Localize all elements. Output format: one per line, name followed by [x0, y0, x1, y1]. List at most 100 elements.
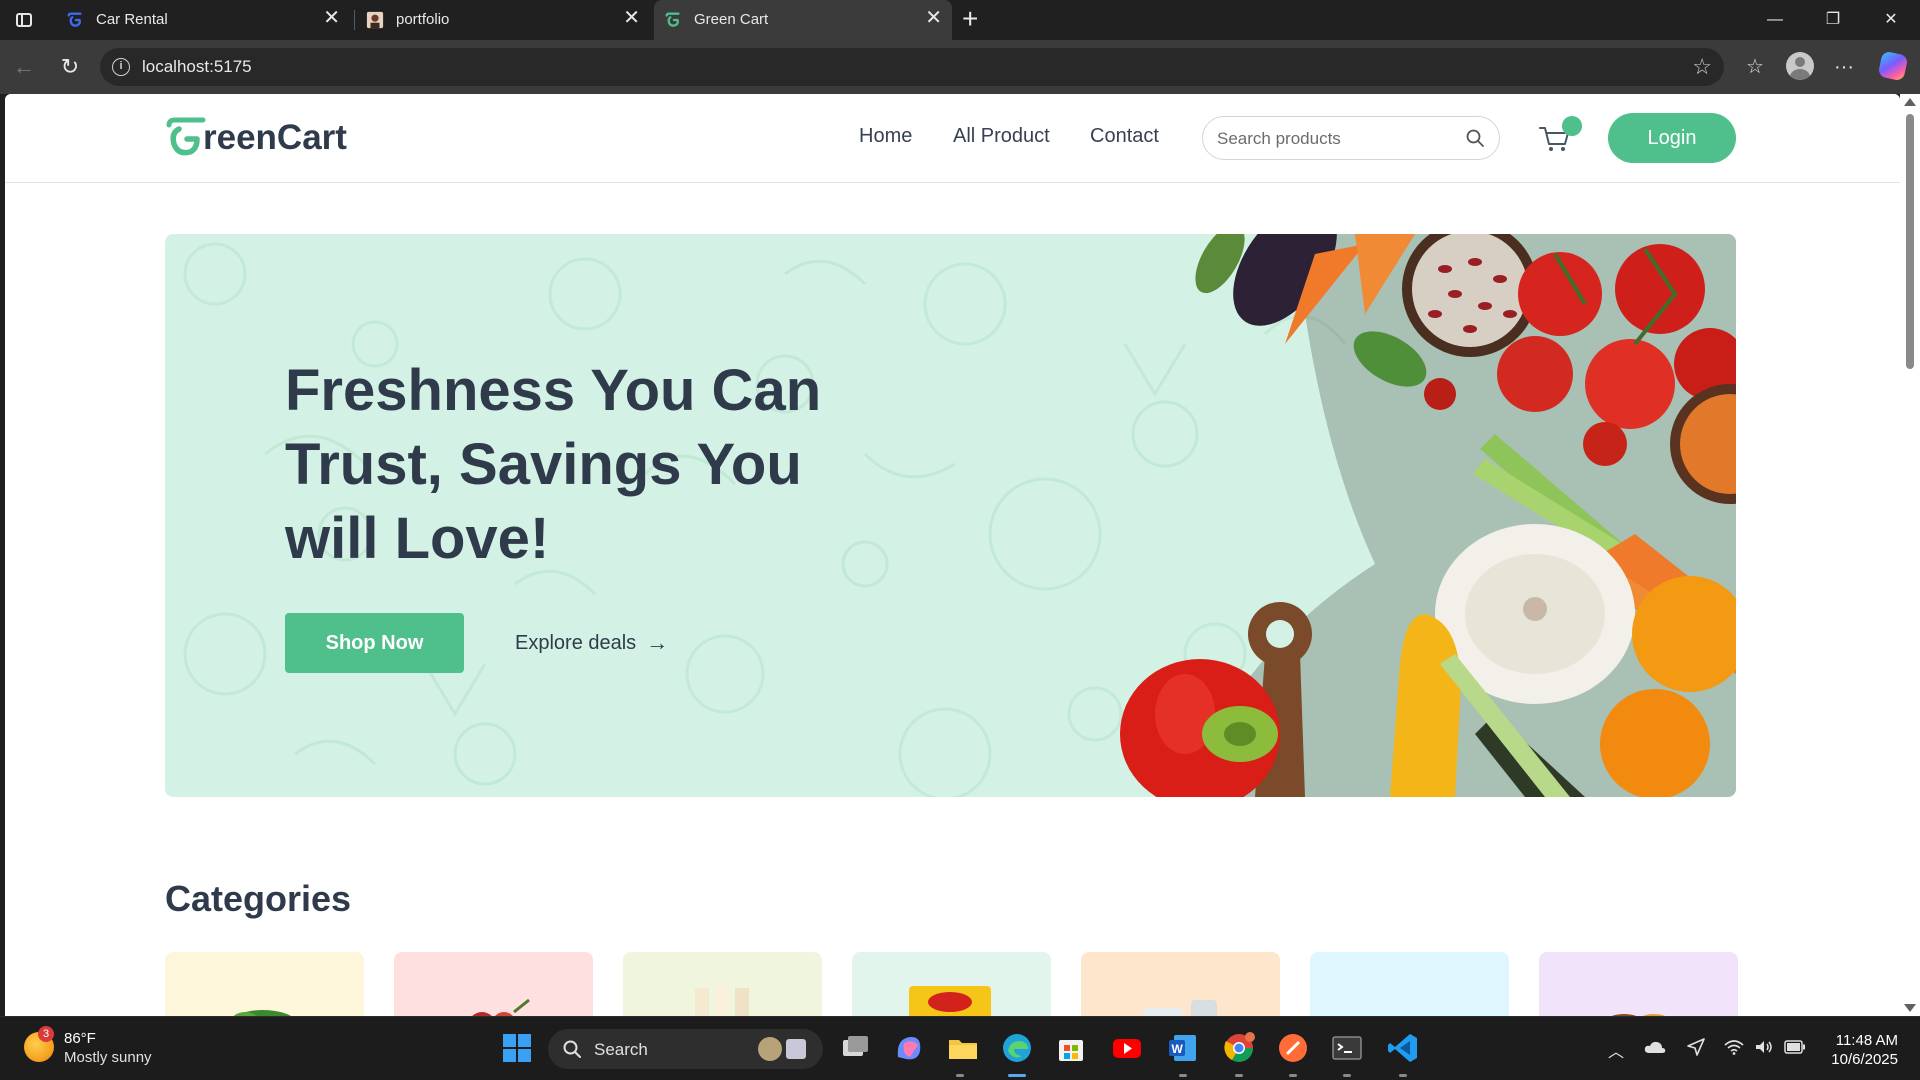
categories-heading: Categories — [165, 878, 352, 919]
new-tab-icon[interactable]: + — [962, 4, 978, 34]
vscode-icon[interactable] — [1386, 1031, 1420, 1065]
tab-label: Green Cart — [694, 11, 769, 28]
tab-label: Car Rental — [96, 11, 168, 28]
windows-start-icon[interactable] — [500, 1031, 534, 1065]
logo-text: reenCart — [203, 118, 347, 157]
category-card[interactable] — [1081, 952, 1280, 1016]
tab-close-icon[interactable]: ✕ — [623, 8, 640, 28]
cart-button[interactable] — [1536, 116, 1582, 158]
tab-close-icon[interactable]: ✕ — [323, 8, 340, 28]
postman-icon[interactable] — [1276, 1031, 1310, 1065]
category-card[interactable] — [623, 952, 822, 1016]
word-icon[interactable]: W — [1166, 1031, 1200, 1065]
open-app-indicator — [956, 1074, 964, 1077]
site-info-icon[interactable]: i — [112, 58, 130, 76]
open-app-indicator — [1179, 1074, 1187, 1077]
hero-title-line: Trust, Savings You — [285, 432, 802, 497]
chrome-icon[interactable] — [1222, 1031, 1256, 1065]
microsoft-store-icon[interactable] — [1054, 1031, 1088, 1065]
logo-g-icon — [166, 117, 206, 156]
system-clock[interactable]: 11:48 AM 10/6/2025 — [1822, 1031, 1898, 1069]
greencart-logo[interactable]: reenCart — [165, 116, 347, 160]
category-bakery-image — [1310, 952, 1509, 1016]
open-app-indicator — [1399, 1074, 1407, 1077]
nav-contact-link[interactable]: Contact — [1090, 125, 1159, 148]
open-app-indicator — [1343, 1074, 1351, 1077]
address-bar[interactable]: i localhost:5175 ☆ — [100, 48, 1724, 86]
search-icon — [563, 1040, 581, 1058]
category-card[interactable] — [165, 952, 364, 1016]
hero-title-line: Freshness You Can — [285, 358, 822, 423]
category-grains-image — [1611, 1014, 1666, 1016]
edge-browser-icon[interactable] — [1000, 1031, 1034, 1065]
tab-divider — [354, 10, 355, 30]
location-icon[interactable] — [1686, 1037, 1706, 1057]
active-app-indicator — [1008, 1074, 1026, 1077]
restore-icon[interactable]: ❐ — [1810, 6, 1856, 34]
category-card[interactable] — [394, 952, 593, 1016]
wifi-icon[interactable] — [1724, 1039, 1744, 1055]
tab-close-icon[interactable]: ✕ — [925, 8, 942, 28]
weather-temperature: 86°F — [64, 1030, 96, 1047]
back-icon[interactable]: ← — [10, 53, 38, 81]
scrollbar-thumb[interactable] — [1906, 114, 1914, 369]
login-button[interactable]: Login — [1608, 113, 1736, 163]
explore-deals-link[interactable]: Explore deals → — [515, 630, 668, 656]
nav-all-product-link[interactable]: All Product — [953, 125, 1050, 148]
copilot-icon[interactable] — [1877, 50, 1909, 82]
terminal-icon[interactable] — [1330, 1031, 1364, 1065]
search-highlight-icon — [758, 1037, 806, 1061]
category-instant-food-image — [909, 986, 991, 1016]
taskbar-search[interactable]: Search — [548, 1029, 823, 1069]
nav-home-link[interactable]: Home — [859, 125, 912, 148]
close-window-icon[interactable]: ✕ — [1868, 6, 1914, 34]
favorites-icon[interactable]: ☆ — [1740, 52, 1770, 82]
category-dairy-image — [1143, 1000, 1217, 1016]
profile-avatar[interactable] — [1786, 52, 1814, 80]
greencart-favicon-icon — [67, 12, 82, 27]
browser-tab-bar: Car Rental ✕ portfolio ✕ Green Cart ✕ + … — [0, 0, 1920, 40]
battery-icon[interactable] — [1784, 1040, 1806, 1054]
open-app-indicator — [1235, 1074, 1243, 1077]
category-card[interactable] — [852, 952, 1051, 1016]
tab-actions-icon[interactable] — [12, 8, 36, 32]
search-input[interactable] — [1217, 127, 1457, 151]
scroll-up-icon[interactable] — [1904, 98, 1916, 106]
volume-icon[interactable] — [1754, 1038, 1774, 1056]
copilot-app-icon[interactable] — [892, 1031, 926, 1065]
search-icon[interactable] — [1465, 128, 1485, 148]
cart-count-badge — [1562, 116, 1582, 136]
task-view-icon[interactable] — [838, 1031, 872, 1065]
page-viewport: reenCart Home All Product Contact Login — [5, 94, 1900, 1016]
page-scrollbar[interactable] — [1900, 94, 1920, 1016]
portfolio-favicon-icon — [366, 11, 384, 29]
site-navbar: reenCart Home All Product Contact Login — [5, 94, 1900, 183]
browser-toolbar: ← ↻ i localhost:5175 ☆ ☆ ··· — [0, 40, 1920, 94]
youtube-icon[interactable] — [1110, 1031, 1144, 1065]
hero-banner: Freshness You Can Trust, Savings You wil… — [165, 234, 1736, 797]
category-card[interactable] — [1539, 952, 1738, 1016]
show-hidden-icons-icon[interactable]: ︿ — [1608, 1038, 1624, 1062]
reload-icon[interactable]: ↻ — [56, 53, 84, 81]
vegetables-image — [1120, 234, 1736, 797]
file-explorer-icon[interactable] — [946, 1031, 980, 1065]
more-menu-icon[interactable]: ··· — [1829, 52, 1859, 82]
scroll-down-icon[interactable] — [1904, 1004, 1916, 1012]
weather-badge: 3 — [38, 1026, 54, 1042]
category-card[interactable] — [1310, 952, 1509, 1016]
greencart-favicon-icon — [665, 12, 680, 27]
arrow-right-icon: → — [646, 630, 669, 655]
weather-condition: Mostly sunny — [64, 1049, 152, 1066]
category-vegetables-image — [233, 1010, 291, 1016]
favorite-star-icon[interactable]: ☆ — [1692, 54, 1712, 80]
hero-title: Freshness You Can Trust, Savings You wil… — [285, 354, 925, 576]
hero-title-line: will Love! — [285, 506, 550, 571]
onedrive-cloud-icon[interactable] — [1644, 1039, 1666, 1055]
shop-now-button[interactable]: Shop Now — [285, 613, 464, 673]
minimize-icon[interactable]: — — [1752, 6, 1798, 34]
tab-green-cart[interactable]: Green Cart ✕ — [654, 0, 952, 40]
tab-portfolio[interactable]: portfolio ✕ — [356, 0, 650, 40]
tab-car-rental[interactable]: Car Rental ✕ — [56, 0, 350, 40]
svg-text:W: W — [1172, 1042, 1184, 1056]
clock-date: 10/6/2025 — [1831, 1051, 1898, 1068]
